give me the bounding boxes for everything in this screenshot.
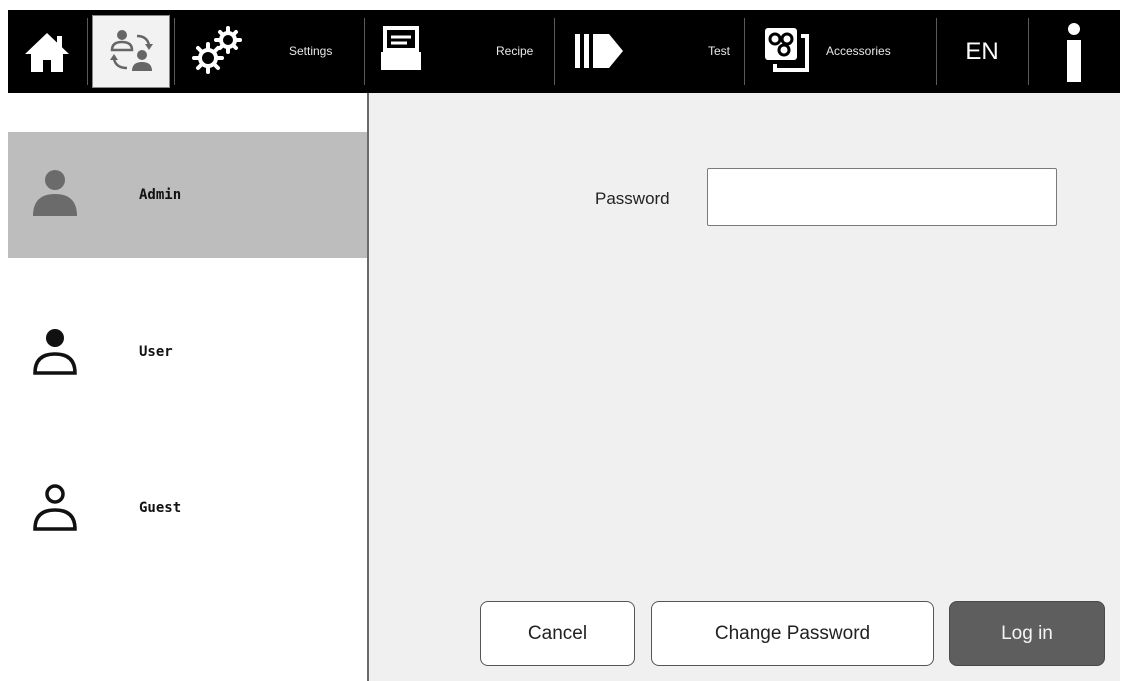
accessories-button[interactable]: Accessories — [745, 10, 935, 93]
cancel-button[interactable]: Cancel — [480, 601, 635, 666]
top-toolbar: Settings Recipe Test Accessories EN — [8, 10, 1120, 93]
user-item-label: Guest — [139, 500, 182, 516]
gears-icon — [192, 26, 242, 74]
user-switch-icon — [110, 30, 153, 71]
user-item-label: User — [139, 344, 173, 360]
info-button[interactable] — [1029, 10, 1120, 93]
settings-button[interactable]: Settings — [175, 10, 363, 93]
test-label: Test — [708, 44, 731, 58]
test-button[interactable]: Test — [555, 10, 743, 93]
home-button[interactable] — [8, 10, 86, 93]
language-button[interactable]: EN — [937, 10, 1027, 93]
user-switch-button[interactable] — [92, 15, 170, 88]
user-list: Admin User Guest — [8, 93, 369, 681]
home-icon — [25, 33, 69, 72]
toolbar-separator — [87, 18, 88, 85]
info-icon — [1067, 23, 1081, 82]
user-avatar-icon — [33, 329, 77, 375]
guest-avatar-icon — [33, 484, 77, 531]
user-item-user[interactable]: User — [8, 289, 367, 415]
recipe-label: Recipe — [496, 44, 534, 58]
admin-avatar-icon — [33, 170, 77, 216]
login-button[interactable]: Log in — [949, 601, 1105, 666]
password-field[interactable] — [707, 168, 1057, 226]
settings-label: Settings — [289, 44, 333, 58]
language-label: EN — [965, 37, 999, 65]
recipe-tray-icon — [381, 26, 421, 70]
test-arrow-icon — [575, 34, 623, 68]
recipe-button[interactable]: Recipe — [365, 10, 553, 93]
app-frame: Settings Recipe Test Accessories EN Admi… — [8, 10, 1120, 681]
accessories-icon — [765, 28, 809, 72]
user-item-guest[interactable]: Guest — [8, 445, 367, 571]
user-item-label: Admin — [139, 187, 182, 203]
user-item-admin[interactable]: Admin — [8, 132, 367, 258]
change-password-button[interactable]: Change Password — [651, 601, 934, 666]
login-panel: Password Cancel Change Password Log in — [369, 93, 1120, 681]
accessories-label: Accessories — [826, 44, 891, 58]
password-label: Password — [595, 189, 670, 208]
